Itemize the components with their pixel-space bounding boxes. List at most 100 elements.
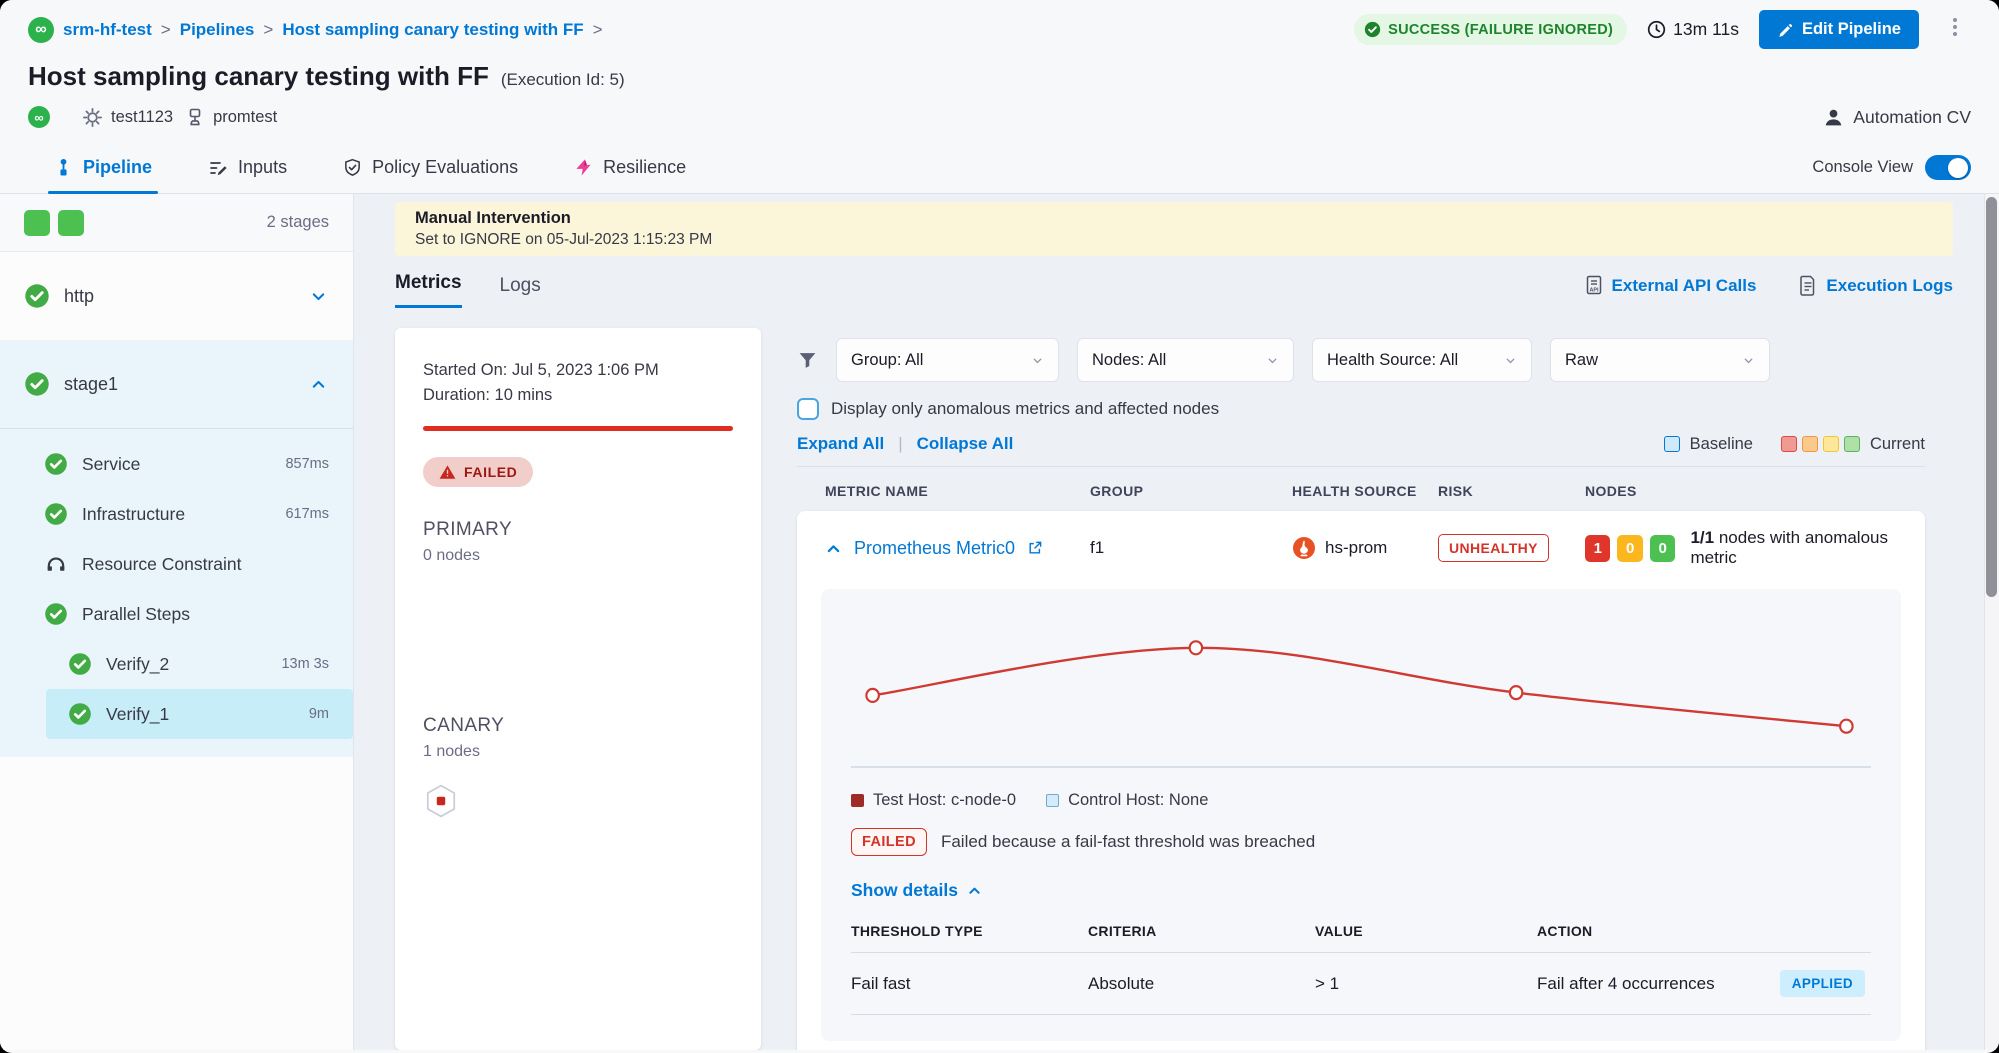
scrollbar-thumb[interactable] (1986, 197, 1997, 597)
tab-policy-evaluations[interactable]: Policy Evaluations (343, 142, 518, 193)
step-label: Service (82, 454, 140, 475)
metric-name-link[interactable]: Prometheus Metric0 (854, 538, 1015, 559)
col-header-nodes: NODES (1585, 483, 1925, 499)
group-filter-dropdown[interactable]: Group: All (836, 338, 1059, 382)
tab-resilience-label: Resilience (603, 157, 686, 178)
show-details-link[interactable]: Show details (851, 880, 1871, 901)
step-label: Verify_1 (106, 704, 169, 725)
tab-resilience[interactable]: Resilience (574, 142, 686, 193)
anomalous-checkbox[interactable] (797, 398, 819, 420)
stage-http-label: http (64, 286, 94, 307)
health-source-value: hs-prom (1325, 538, 1387, 558)
expand-collapse-row: Expand All | Collapse All Baseline (797, 434, 1925, 454)
node-count-red: 1 (1585, 535, 1610, 562)
sidebar-step-verify-2[interactable]: Verify_2 13m 3s (46, 639, 353, 689)
breadcrumb-pipelines[interactable]: Pipelines (180, 20, 255, 40)
check-circle-icon (44, 502, 68, 526)
breadcrumb-project[interactable]: srm-hf-test (63, 20, 152, 40)
collapse-all-link[interactable]: Collapse All (917, 434, 1014, 454)
sidebar-step-infrastructure[interactable]: Infrastructure 617ms (0, 489, 353, 539)
failed-message: Failed because a fail-fast threshold was… (941, 832, 1315, 852)
breadcrumb-pipeline-name[interactable]: Host sampling canary testing with FF (282, 20, 583, 40)
primary-label: PRIMARY (423, 519, 733, 541)
baseline-label: Baseline (1690, 435, 1753, 454)
group-filter-value: Group: All (851, 351, 923, 370)
sidebar-step-resource-constraint[interactable]: Resource Constraint (0, 539, 353, 589)
service-meta: test1123 (82, 107, 173, 128)
anomalous-checkbox-label: Display only anomalous metrics and affec… (831, 399, 1219, 419)
check-circle-icon (44, 452, 68, 476)
stage1-block: stage1 Service 857ms Infrastructure 617m… (0, 340, 353, 757)
started-on: Started On: Jul 5, 2023 1:06 PM (423, 358, 733, 383)
tab-policy-evaluations-label: Policy Evaluations (372, 157, 518, 178)
test-host-label: Test Host: c-node-0 (873, 791, 1016, 810)
threshold-table-header: THRESHOLD TYPE CRITERIA VALUE ACTION (851, 923, 1871, 953)
host-legend: Test Host: c-node-0 Control Host: None (851, 791, 1871, 810)
execution-duration-value: 13m 11s (1673, 19, 1739, 40)
filters-row: Group: All Nodes: All Health Source: All (797, 338, 1925, 382)
pipeline-icon (54, 158, 73, 177)
nodes-summary-ratio: 1/1 (1690, 528, 1714, 547)
tab-inputs[interactable]: Inputs (208, 142, 287, 193)
tab-logs[interactable]: Logs (500, 275, 541, 308)
verification-summary-card: Started On: Jul 5, 2023 1:06 PM Duration… (395, 328, 761, 1050)
expand-all-link[interactable]: Expand All (797, 434, 884, 454)
stage-stage1-label: stage1 (64, 374, 118, 395)
mode-filter-dropdown[interactable]: Raw (1550, 338, 1770, 382)
link-separator: | (898, 434, 902, 454)
chevron-down-icon (1031, 354, 1044, 367)
sidebar-stage-http[interactable]: http (0, 252, 353, 340)
sidebar-step-parallel-steps[interactable]: Parallel Steps (0, 589, 353, 639)
failed-badge: FAILED (851, 828, 927, 856)
sidebar-step-service[interactable]: Service 857ms (0, 439, 353, 489)
health-source-filter-dropdown[interactable]: Health Source: All (1312, 338, 1532, 382)
tab-pipeline[interactable]: Pipeline (54, 142, 152, 193)
current-label: Current (1870, 435, 1925, 454)
sidebar-stage-stage1[interactable]: stage1 (0, 340, 353, 428)
col-header-value: VALUE (1315, 923, 1537, 939)
console-view-toggle[interactable] (1925, 155, 1971, 180)
nodes-filter-dropdown[interactable]: Nodes: All (1077, 338, 1294, 382)
collapse-chevron-icon[interactable] (825, 540, 842, 557)
stages-summary: 2 stages (0, 194, 353, 252)
verification-duration: Duration: 10 mins (423, 383, 733, 408)
col-header-threshold-type: THRESHOLD TYPE (851, 923, 1088, 939)
breadcrumb-separator: > (263, 20, 273, 40)
step-label: Verify_2 (106, 654, 169, 675)
service-name: test1123 (111, 108, 173, 127)
chevron-down-icon (310, 288, 327, 305)
external-link-icon[interactable] (1027, 540, 1043, 556)
kebab-menu[interactable] (1939, 12, 1971, 47)
col-header-health-source: HEALTH SOURCE (1292, 483, 1438, 499)
divider (797, 466, 1925, 467)
baseline-swatch (1664, 436, 1680, 452)
metrics-panel: Group: All Nodes: All Health Source: All (797, 328, 1953, 1050)
manual-intervention-banner: Manual Intervention Set to IGNORE on 05-… (395, 202, 1953, 256)
header: ∞ srm-hf-test > Pipelines > Host samplin… (0, 0, 1999, 142)
external-api-calls-link[interactable]: API External API Calls (1584, 275, 1757, 297)
control-host-label: Control Host: None (1068, 791, 1208, 810)
check-circle-icon (1364, 21, 1381, 38)
anomalous-checkbox-row[interactable]: Display only anomalous metrics and affec… (797, 398, 1925, 420)
scrollbar-track[interactable] (1984, 194, 1999, 1050)
value-value: > 1 (1315, 974, 1537, 994)
metric-line-chart[interactable] (851, 617, 1871, 777)
nodes-filter-value: Nodes: All (1092, 351, 1166, 370)
tab-metrics[interactable]: Metrics (395, 272, 462, 308)
svg-text:API: API (1589, 288, 1598, 294)
content-tabs: Metrics Logs API External API Calls Exec… (395, 272, 1953, 308)
threshold-table-row: Fail fast Absolute > 1 Fail after 4 occu… (851, 953, 1871, 1015)
breadcrumb-separator: > (161, 20, 171, 40)
kebab-icon (1945, 16, 1965, 38)
user-icon (1823, 107, 1844, 128)
control-host-swatch (1046, 794, 1059, 807)
edit-pipeline-button[interactable]: Edit Pipeline (1759, 10, 1919, 49)
tab-inputs-label: Inputs (238, 157, 287, 178)
canary-node-hexagon[interactable] (423, 783, 459, 819)
execution-logs-link[interactable]: Execution Logs (1798, 275, 1953, 297)
stage-count: 2 stages (267, 213, 329, 232)
metric-row: Prometheus Metric0 f1 hs-prom UNHEALTHY … (797, 511, 1925, 585)
step-label: Parallel Steps (82, 604, 190, 625)
step-duration: 617ms (285, 506, 329, 522)
sidebar-step-verify-1[interactable]: Verify_1 9m (46, 689, 353, 739)
